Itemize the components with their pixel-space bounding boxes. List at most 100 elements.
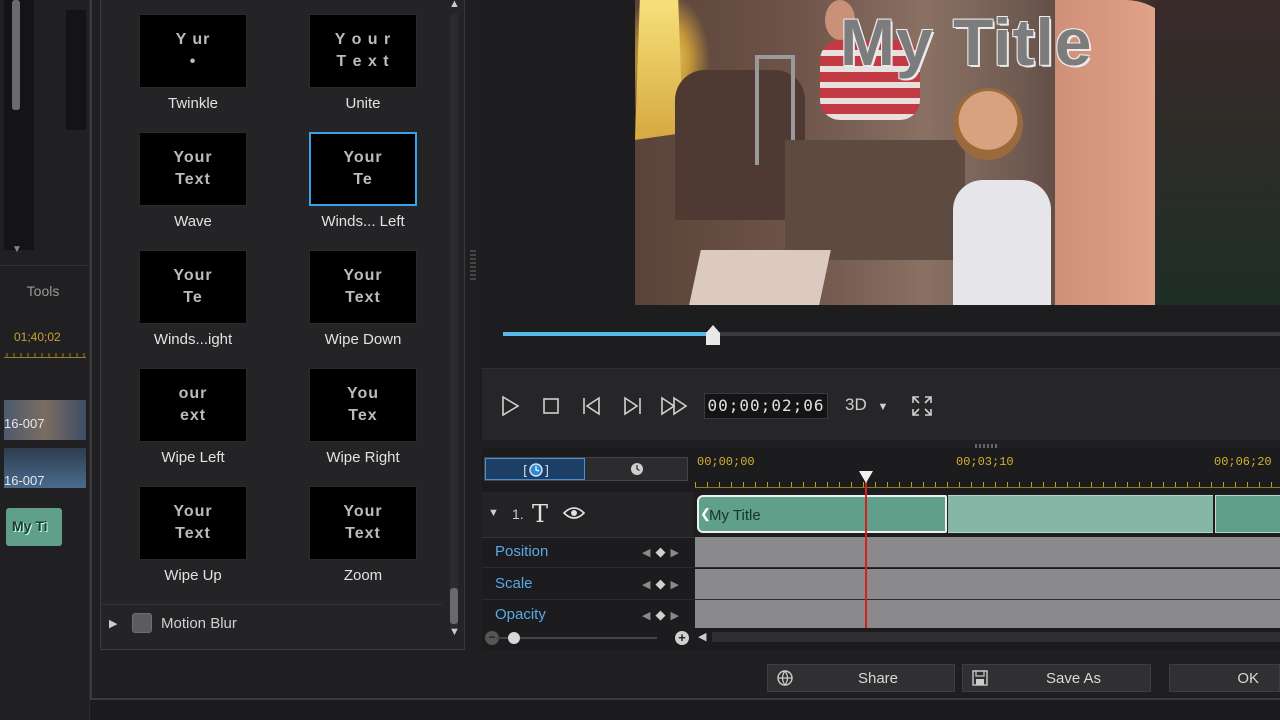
prev-keyframe-icon[interactable]: ◀ <box>642 610 655 622</box>
keyframe-lane[interactable] <box>695 569 1280 599</box>
playhead-marker[interactable] <box>858 470 874 486</box>
motion-blur-checkbox[interactable] <box>132 613 152 633</box>
effect-tile[interactable]: Your Text Wipe Down <box>307 250 419 348</box>
effect-label: Winds...ight <box>153 331 233 348</box>
3d-mode-dropdown[interactable]: 3D ▼ <box>845 395 888 415</box>
preview-text: Your <box>173 503 213 520</box>
wipe-down-preview: Your Text <box>309 250 417 324</box>
effect-tile[interactable]: Your Text Wipe Up <box>137 486 249 584</box>
scrollbar-track[interactable] <box>450 14 458 630</box>
keyframe-row-label: Opacity <box>495 606 546 623</box>
stop-button[interactable] <box>537 393 565 419</box>
effect-tile[interactable]: You Tex Wipe Right <box>307 368 419 466</box>
panel-splitter-handle[interactable] <box>470 250 476 280</box>
ruler-ticks <box>695 482 1280 488</box>
prev-keyframe-icon[interactable]: ◀ <box>642 547 655 559</box>
clock-icon: [ ] <box>523 463 549 479</box>
next-frame-button[interactable] <box>618 393 646 419</box>
title-clip[interactable]: ❮ My Title <box>697 495 947 533</box>
previous-frame-button[interactable] <box>578 393 606 419</box>
background-ruler <box>4 350 86 358</box>
effect-tile[interactable]: Your Te Winds...ight <box>137 250 249 348</box>
seek-handle[interactable] <box>706 325 720 345</box>
next-keyframe-icon[interactable]: ▶ <box>670 547 683 559</box>
play-button[interactable] <box>496 393 524 419</box>
background-app-panel: ▼ <box>0 0 90 720</box>
effect-tile[interactable]: Your Text Wave <box>137 132 249 230</box>
keyframe-lane[interactable] <box>695 600 1280 630</box>
effect-tile[interactable]: Y ur • Twinkle <box>137 14 249 112</box>
add-keyframe-icon[interactable]: ◆ <box>655 544 670 559</box>
title-effect-segment[interactable] <box>948 495 1213 533</box>
video-title-overlay[interactable]: My Title <box>840 4 1093 80</box>
keyframe-nav-controls[interactable]: ◀◆▶ <box>642 576 684 592</box>
preview-text: ext <box>179 407 207 424</box>
keyframe-lane[interactable] <box>695 537 1280 567</box>
zoom-slider-knob[interactable] <box>508 632 520 644</box>
fast-forward-button[interactable] <box>658 393 692 419</box>
keyframe-row-label: Scale <box>495 575 533 592</box>
keyframe-nav-controls[interactable]: ◀◆▶ <box>642 607 684 623</box>
title-effect-segment[interactable] <box>1215 495 1280 533</box>
timeline-horizontal-scrollbar[interactable] <box>712 632 1280 642</box>
preview-text: Your <box>173 149 213 166</box>
preview-text: Your <box>173 267 213 284</box>
child-shirt <box>953 180 1051 305</box>
tools-tab[interactable]: Tools <box>0 283 86 299</box>
expand-arrow-icon[interactable]: ▶ <box>109 617 117 630</box>
background-time-label: 01;40;02 <box>14 330 61 344</box>
zoom-slider-track[interactable] <box>497 637 657 639</box>
visibility-toggle[interactable] <box>562 505 586 526</box>
preview-text: Text <box>175 525 211 542</box>
child-head <box>953 88 1023 160</box>
fast-forward-icon <box>661 396 688 416</box>
scrollbar-thumb[interactable] <box>450 588 458 624</box>
next-keyframe-icon[interactable]: ▶ <box>670 579 683 591</box>
share-label: Share <box>857 669 899 687</box>
preview-text: Tex <box>348 407 378 424</box>
ok-button[interactable]: OK <box>1169 664 1280 692</box>
ok-label: OK <box>1237 669 1259 687</box>
timeline-view-button[interactable] <box>630 462 644 481</box>
eye-icon <box>562 507 586 519</box>
paper-box <box>689 250 831 305</box>
keyframe-nav-controls[interactable]: ◀◆▶ <box>642 544 684 560</box>
collapse-arrow-icon[interactable]: ▼ <box>488 507 499 519</box>
seek-progress <box>503 332 713 336</box>
floppy-disk-icon <box>963 669 997 687</box>
scroll-up-icon[interactable]: ▲ <box>449 0 460 10</box>
next-keyframe-icon[interactable]: ▶ <box>670 610 683 622</box>
effect-tile[interactable]: Your Te Winds... Left <box>307 132 419 230</box>
background-title-clip: My Ti <box>6 508 62 546</box>
prev-keyframe-icon[interactable]: ◀ <box>642 579 655 591</box>
effects-scrollbar[interactable]: ▲ ▼ <box>447 0 461 648</box>
track-view-button[interactable]: [ ] <box>485 458 585 480</box>
zoom-in-icon[interactable]: + <box>675 631 689 645</box>
wipe-left-preview: our ext <box>139 368 247 442</box>
preview-text: • <box>189 53 197 70</box>
effect-tile[interactable]: our ext Wipe Left <box>137 368 249 466</box>
preview-text: Text <box>345 289 381 306</box>
ruler-time-label: 00;03;10 <box>956 455 1014 469</box>
fullscreen-button[interactable] <box>908 393 936 419</box>
wipe-up-preview: Your Text <box>139 486 247 560</box>
background-scrollbar <box>12 0 20 110</box>
effect-tile[interactable]: Y o u r T e x t Unite <box>307 14 419 112</box>
timecode-display[interactable]: 00;00;02;06 <box>704 393 828 419</box>
effect-label: Winds... Left <box>321 213 405 230</box>
video-preview: My Title <box>635 0 1280 305</box>
add-keyframe-icon[interactable]: ◆ <box>655 576 670 591</box>
effect-label: Unite <box>345 95 381 112</box>
effect-label: Wipe Up <box>164 567 222 584</box>
svg-text:[: [ <box>523 464 528 479</box>
scroll-left-icon[interactable]: ◀ <box>698 630 706 643</box>
save-as-button[interactable]: Save As <box>962 664 1151 692</box>
add-keyframe-icon[interactable]: ◆ <box>655 607 670 622</box>
effect-label: Twinkle <box>167 95 219 112</box>
effect-tile[interactable]: Your Text Zoom <box>307 486 419 584</box>
timeline-resize-handle[interactable] <box>975 444 999 448</box>
scroll-down-icon[interactable]: ▼ <box>449 626 460 638</box>
stop-icon <box>543 398 559 414</box>
timeline-ruler[interactable]: 00;00;00 00;03;10 00;06;20 <box>695 452 1280 488</box>
share-button[interactable]: Share <box>767 664 955 692</box>
